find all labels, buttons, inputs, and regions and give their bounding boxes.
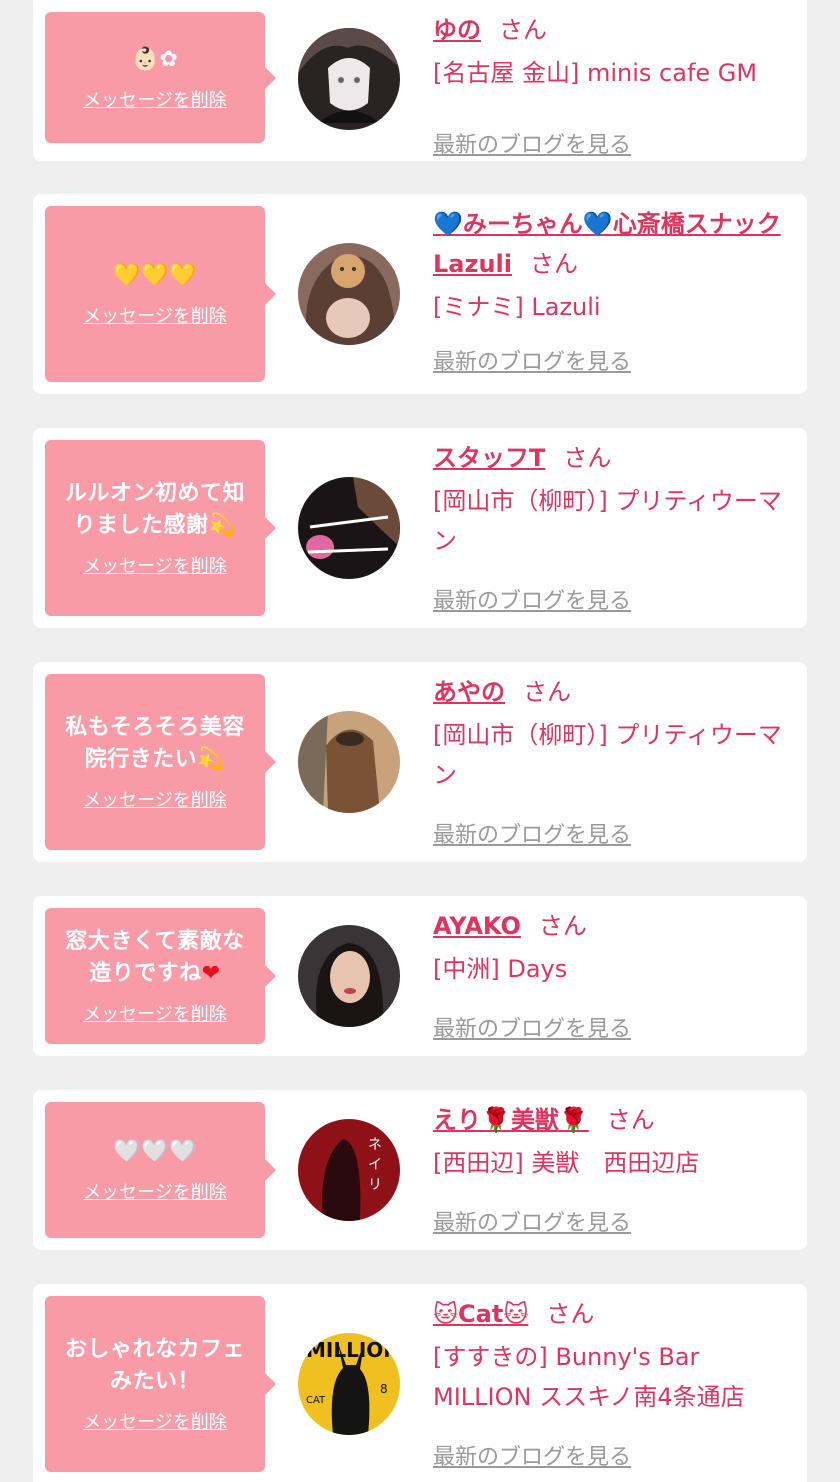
delete-message-link[interactable]: メッセージを削除: [83, 552, 227, 578]
delete-message-link[interactable]: メッセージを削除: [83, 1408, 227, 1434]
cast-name-link[interactable]: 💙みーちゃん💙心斎橋スナックLazuli: [433, 210, 781, 278]
avatar[interactable]: MILLION CAT 8: [298, 1333, 400, 1435]
cast-info: ゆの さん [名古屋 金山] minis cafe GM 最新のブログを見る: [433, 10, 787, 158]
cast-info: あやの さん [岡山市（柳町）] プリティウーマン 最新のブログを見る: [433, 672, 787, 848]
sparkle-icon: 💫: [197, 747, 226, 772]
message-bubble: ルルオン初めて知りました感謝💫 メッセージを削除: [45, 440, 276, 616]
rose-icon: 🌹: [481, 1106, 511, 1134]
message-card: おしゃれなカフェみたい！ メッセージを削除 MILLION CAT 8 🐱Cat…: [33, 1284, 807, 1482]
message-text: 🤍🤍🤍: [113, 1139, 197, 1164]
shop-name: [岡山市（柳町）] プリティウーマン: [433, 487, 782, 555]
latest-blog-link[interactable]: 最新のブログを見る: [433, 583, 631, 615]
shop-name: [中洲] Days: [433, 955, 568, 983]
delete-message-link[interactable]: メッセージを削除: [83, 86, 227, 112]
rose-icon: 🌹: [558, 1106, 589, 1134]
name-line: えり🌹美獣🌹 さん: [433, 1100, 787, 1140]
sparkle-icon: 💫: [208, 513, 237, 538]
avatar[interactable]: [298, 243, 400, 345]
honorific: さん: [538, 912, 587, 940]
cast-name-link[interactable]: えり🌹美獣🌹: [433, 1106, 589, 1134]
name-line: あやの さん: [433, 672, 787, 712]
cast-name-link[interactable]: ゆの: [433, 16, 481, 44]
message-bubble: 窓大きくて素敵な造りですね❤ メッセージを削除: [45, 908, 276, 1044]
avatar[interactable]: [298, 28, 400, 130]
delete-message-link[interactable]: メッセージを削除: [83, 1000, 227, 1026]
latest-blog-link[interactable]: 最新のブログを見る: [433, 1011, 631, 1043]
delete-message-link[interactable]: メッセージを削除: [83, 786, 227, 812]
avatar[interactable]: [298, 925, 400, 1027]
message-text: 👶🏻✿: [131, 46, 179, 72]
svg-text:8: 8: [380, 1382, 388, 1396]
message-text: おしゃれなカフェみたい！: [64, 1337, 245, 1394]
latest-blog-link[interactable]: 最新のブログを見る: [433, 1439, 631, 1471]
cast-name-link[interactable]: AYAKO: [433, 912, 521, 940]
cast-name-link[interactable]: スタッフT: [433, 444, 545, 472]
blue-heart-icon: 💙: [582, 210, 613, 238]
message-text: 窓大きくて素敵な造りですね❤: [65, 929, 245, 986]
message-card: 👶🏻✿ メッセージを削除 ゆの さん [名古屋 金山] minis cafe GM…: [33, 0, 807, 161]
cast-info: えり🌹美獣🌹 さん [西田辺] 美獣 西田辺店 最新のブログを見る: [433, 1100, 787, 1236]
blue-heart-icon: 💙: [433, 210, 463, 238]
honorific: さん: [523, 678, 571, 706]
honorific: さん: [606, 1106, 655, 1134]
svg-text:リ: リ: [368, 1177, 382, 1193]
cast-info: スタッフT さん [岡山市（柳町）] プリティウーマン 最新のブログを見る: [433, 438, 787, 614]
svg-text:CAT: CAT: [306, 1395, 326, 1406]
honorific: さん: [499, 16, 547, 44]
latest-blog-link[interactable]: 最新のブログを見る: [433, 817, 631, 849]
message-bubble: 🤍🤍🤍 メッセージを削除: [45, 1102, 276, 1238]
cast-name-link[interactable]: あやの: [433, 678, 505, 706]
message-card: ルルオン初めて知りました感謝💫 メッセージを削除 スタッフT さん [岡山市（柳町…: [33, 428, 807, 628]
cast-name-link[interactable]: 🐱Cat🐱: [433, 1300, 528, 1328]
delete-message-link[interactable]: メッセージを削除: [83, 1178, 227, 1204]
name-line: AYAKO さん: [433, 906, 787, 946]
honorific: さん: [530, 250, 578, 278]
message-text: 💛💛💛: [113, 263, 197, 288]
shop-name: [すすきの] Bunny's Bar MILLION ススキノ南4条通店: [433, 1343, 745, 1411]
avatar[interactable]: ネ イ リ: [298, 1119, 400, 1221]
message-bubble: 👶🏻✿ メッセージを削除: [45, 12, 276, 143]
red-heart-icon: ❤: [201, 961, 221, 986]
avatar[interactable]: [298, 477, 400, 579]
message-card: 私もそろそろ美容院行きたい💫 メッセージを削除 あやの さん [岡山市（柳町）] …: [33, 662, 807, 862]
message-bubble: おしゃれなカフェみたい！ メッセージを削除: [45, 1296, 276, 1472]
latest-blog-link[interactable]: 最新のブログを見る: [433, 344, 631, 376]
svg-text:イ: イ: [368, 1157, 382, 1173]
honorific: さん: [563, 444, 612, 472]
name-line: 💙みーちゃん💙心斎橋スナックLazuli さん: [433, 204, 787, 284]
shop-name: [岡山市（柳町）] プリティウーマン: [433, 721, 782, 789]
message-card: 🤍🤍🤍 メッセージを削除 ネ イ リ えり🌹美獣🌹 さん [西田辺] 美獣 西田辺…: [33, 1090, 807, 1250]
name-line: スタッフT さん: [433, 438, 787, 478]
message-bubble: 私もそろそろ美容院行きたい💫 メッセージを削除: [45, 674, 276, 850]
name-line: 🐱Cat🐱 さん: [433, 1294, 787, 1334]
svg-text:ネ: ネ: [368, 1137, 382, 1153]
shop-name: [名古屋 金山] minis cafe GM: [433, 59, 758, 87]
shop-name: [西田辺] 美獣 西田辺店: [433, 1149, 700, 1177]
message-card: 💛💛💛 メッセージを削除 💙みーちゃん💙心斎橋スナックLazuli さん [ミナミ…: [33, 194, 807, 394]
name-line: ゆの さん: [433, 10, 787, 50]
avatar[interactable]: [298, 711, 400, 813]
cat-icon: 🐱: [503, 1300, 529, 1328]
cat-icon: 🐱: [433, 1300, 459, 1328]
message-card: 窓大きくて素敵な造りですね❤ メッセージを削除 AYAKO さん [中洲] Day…: [33, 896, 807, 1056]
cast-info: AYAKO さん [中洲] Days 最新のブログを見る: [433, 906, 787, 1042]
latest-blog-link[interactable]: 最新のブログを見る: [433, 127, 631, 159]
message-bubble: 💛💛💛 メッセージを削除: [45, 206, 276, 382]
cast-info: 💙みーちゃん💙心斎橋スナックLazuli さん [ミナミ] Lazuli 最新のブ…: [433, 204, 787, 375]
svg-text:MILLION: MILLION: [306, 1338, 400, 1362]
message-text: ルルオン初めて知りました感謝💫: [64, 481, 245, 538]
message-text: 私もそろそろ美容院行きたい💫: [65, 715, 245, 772]
delete-message-link[interactable]: メッセージを削除: [83, 302, 227, 328]
cast-info: 🐱Cat🐱 さん [すすきの] Bunny's Bar MILLION ススキノ南…: [433, 1294, 787, 1470]
honorific: さん: [546, 1300, 595, 1328]
shop-name: [ミナミ] Lazuli: [433, 293, 601, 321]
latest-blog-link[interactable]: 最新のブログを見る: [433, 1205, 631, 1237]
